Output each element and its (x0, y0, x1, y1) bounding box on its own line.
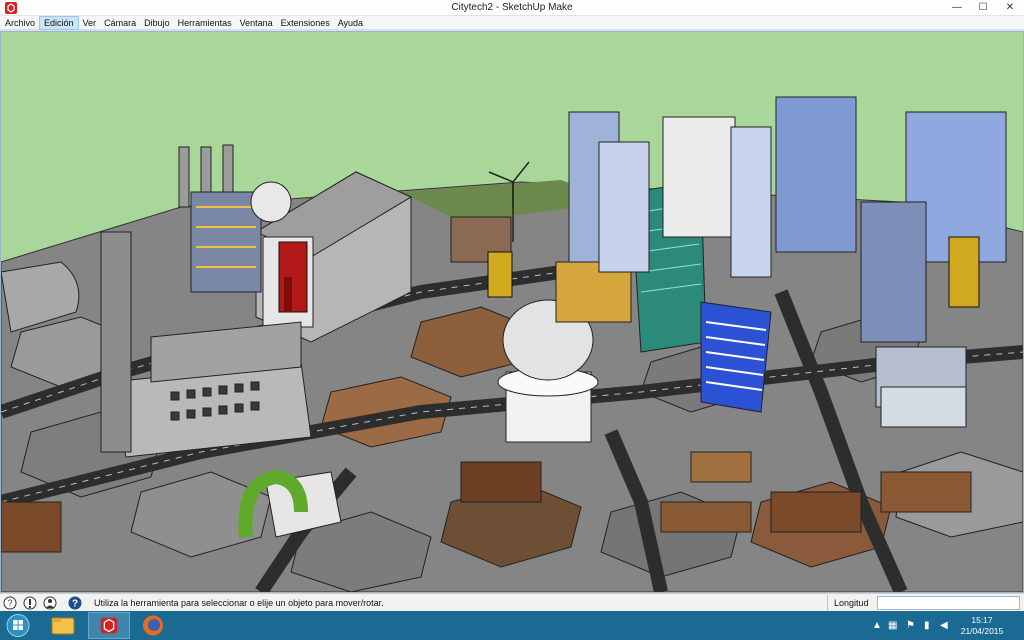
menu-ayuda[interactable]: Ayuda (334, 16, 367, 30)
svg-text:?: ? (72, 599, 78, 610)
menu-dibujo[interactable]: Dibujo (140, 16, 174, 30)
blue-striped-tower (700, 301, 772, 413)
status-bar: ? ? Utiliza la herramienta para seleccio… (0, 593, 1024, 611)
status-separator (827, 595, 828, 611)
red-mech (278, 241, 308, 313)
taskbar-clock[interactable]: 15:17 21/04/2015 (960, 615, 1004, 637)
menu-bar: Archivo Edición Ver Cámara Dibujo Herram… (0, 16, 1024, 30)
clock-time: 15:17 (971, 615, 993, 625)
tray-volume-icon[interactable]: ◀ (940, 620, 948, 631)
clock-date: 21/04/2015 (960, 626, 1004, 636)
tray-arrow-icon[interactable]: ▲ (872, 620, 882, 631)
window-title: Citytech2 - SketchUp Make (451, 2, 573, 13)
measurements-input[interactable] (877, 596, 1020, 610)
menu-camara[interactable]: Cámara (100, 16, 140, 30)
svg-text:?: ? (7, 598, 12, 608)
status-hint-text: Utiliza la herramienta para seleccionar … (94, 598, 384, 608)
menu-edicion[interactable]: Edición (39, 16, 79, 30)
minimize-button[interactable]: — (944, 0, 970, 16)
tray-flag-icon[interactable]: ⚑ (906, 620, 915, 631)
model-viewport[interactable] (0, 31, 1024, 593)
file-explorer-taskbar-icon[interactable] (42, 612, 84, 639)
firefox-taskbar-icon[interactable] (132, 612, 174, 639)
menu-archivo[interactable]: Archivo (1, 16, 39, 30)
geo-location-icon[interactable]: ? (3, 596, 17, 610)
blue-tower-left (190, 191, 262, 293)
credits-icon[interactable] (23, 596, 37, 610)
close-button[interactable]: ✕ (996, 0, 1024, 16)
tray-network-icon[interactable]: ▦ (888, 620, 897, 631)
title-bar: Citytech2 - SketchUp Make — ☐ ✕ (0, 0, 1024, 16)
yellow-mech-center (487, 251, 513, 298)
tray-battery-icon[interactable]: ▮ (924, 620, 930, 631)
city-scene (1, 32, 1023, 592)
measurements-label: Longitud (834, 598, 869, 608)
menu-extensiones[interactable]: Extensiones (277, 16, 334, 30)
grey-block-right (875, 346, 967, 428)
instructor-help-icon[interactable]: ? (68, 596, 82, 610)
maximize-button[interactable]: ☐ (970, 0, 996, 16)
menu-herramientas[interactable]: Herramientas (174, 16, 236, 30)
menu-ver[interactable]: Ver (79, 16, 101, 30)
sketchup-taskbar-icon[interactable] (88, 612, 130, 639)
windows-taskbar: ▲ ▦ ⚑ ▮ ◀ 15:17 21/04/2015 (0, 611, 1024, 640)
user-account-icon[interactable] (43, 596, 57, 610)
menu-ventana[interactable]: Ventana (236, 16, 277, 30)
start-button[interactable] (4, 612, 32, 639)
yellow-mech-right (948, 236, 980, 308)
dome-building (250, 181, 292, 223)
